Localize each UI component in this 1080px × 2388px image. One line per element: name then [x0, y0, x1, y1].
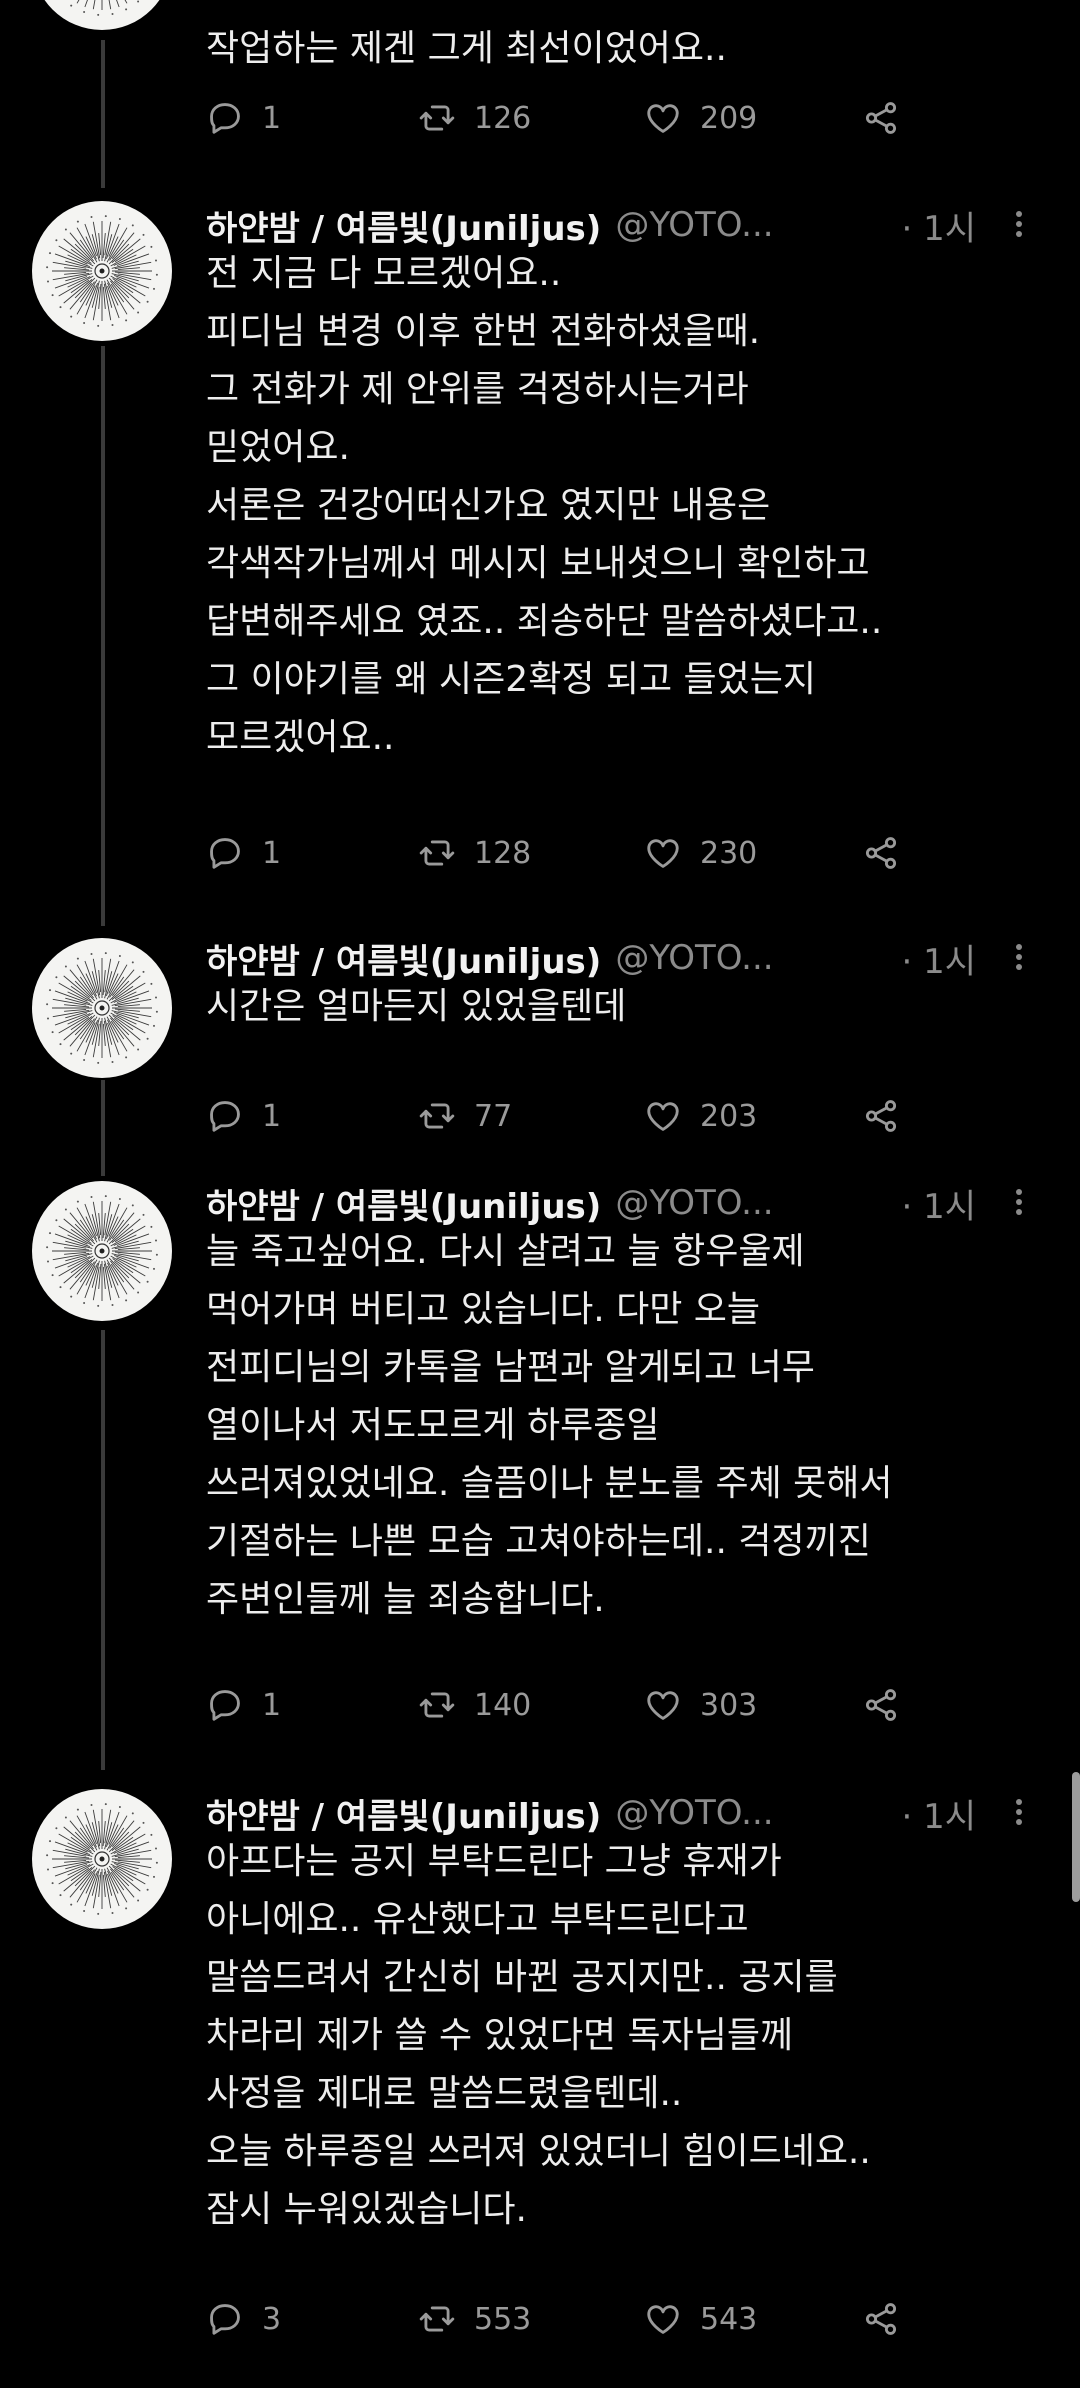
reply-icon [210, 838, 240, 869]
retweet-button[interactable]: 128 [418, 823, 531, 883]
retweet-icon [419, 1103, 455, 1129]
retweet-icon [419, 2306, 455, 2332]
tweet[interactable]: 하얀밤 / 여름빛(Juniljus) @YOTO... · 1시 시간은 얼마… [0, 928, 1080, 1158]
retweet-button[interactable]: 140 [418, 1675, 531, 1735]
tweet[interactable]: 작업하는 제겐 그게 최선이었어요.. 1 126 209 [0, 0, 1080, 170]
share-icon [865, 837, 897, 869]
display-name[interactable]: 하얀밤 / 여름빛(Juniljus) [206, 1789, 601, 1838]
user-handle[interactable]: @YOTO... [615, 205, 773, 245]
tweet-actions: 1 140 303 [206, 1675, 926, 1735]
avatar[interactable] [32, 201, 172, 341]
user-handle[interactable]: @YOTO... [615, 1183, 773, 1223]
tweet-text: 아프다는 공지 부탁드린다 그냥 휴재가 아니에요.. 유산했다고 부탁드린다고… [206, 1841, 871, 2230]
sunburst-icon [46, 952, 158, 1064]
share-icon [865, 1689, 897, 1721]
tweet-text: 시간은 얼마든지 있었을텐데 [206, 986, 627, 1027]
retweet-button[interactable]: 553 [418, 2289, 531, 2349]
timestamp[interactable]: · 1시 [901, 1789, 976, 1838]
tweet-actions: 1 77 203 [206, 1086, 926, 1146]
avatar[interactable] [32, 1789, 172, 1929]
share-button[interactable] [862, 823, 918, 883]
reply-icon [210, 1101, 240, 1132]
reply-button[interactable]: 1 [206, 1086, 281, 1146]
heart-icon [647, 1691, 679, 1720]
retweet-button[interactable]: 77 [418, 1086, 512, 1146]
display-name[interactable]: 하얀밤 / 여름빛(Juniljus) [206, 934, 601, 983]
reply-button[interactable]: 1 [206, 88, 281, 148]
heart-icon [647, 1102, 679, 1131]
avatar[interactable] [32, 0, 172, 30]
tweet[interactable]: 하얀밤 / 여름빛(Juniljus) @YOTO... · 1시 전 지금 다… [0, 195, 1080, 915]
reply-button[interactable]: 1 [206, 1675, 281, 1735]
tweet-text: 전 지금 다 모르겠어요.. 피디님 변경 이후 한번 전화하셨을때. 그 전화… [206, 253, 883, 758]
share-button[interactable] [862, 1086, 918, 1146]
tweet-actions: 1 126 209 [206, 88, 926, 148]
retweet-button[interactable]: 126 [418, 88, 531, 148]
reply-icon [210, 103, 240, 134]
user-handle[interactable]: @YOTO... [615, 938, 773, 978]
share-button[interactable] [862, 88, 918, 148]
tweet-text: 늘 죽고싶어요. 다시 살려고 늘 항우울제 먹어가며 버티고 있습니다. 다만… [206, 1231, 893, 1620]
heart-icon [647, 104, 679, 133]
reply-button[interactable]: 3 [206, 2289, 281, 2349]
avatar[interactable] [32, 938, 172, 1078]
user-handle[interactable]: @YOTO... [615, 1793, 773, 1833]
tweet-actions: 3 553 543 [206, 2289, 926, 2349]
avatar[interactable] [32, 1181, 172, 1321]
reply-icon [210, 1690, 240, 1721]
sunburst-icon [46, 1803, 158, 1915]
heart-icon [647, 2305, 679, 2334]
share-button[interactable] [862, 1675, 918, 1735]
display-name[interactable]: 하얀밤 / 여름빛(Juniljus) [206, 1179, 601, 1228]
timestamp[interactable]: · 1시 [901, 934, 976, 983]
reply-icon [210, 2304, 240, 2335]
sunburst-icon [70, 0, 140, 16]
like-button[interactable]: 230 [644, 823, 757, 883]
more-options-icon[interactable] [1014, 1185, 1024, 1221]
retweet-icon [419, 840, 455, 866]
more-options-icon[interactable] [1014, 940, 1024, 976]
scrollbar-thumb[interactable] [1072, 1772, 1080, 1902]
tweet-text: 작업하는 제겐 그게 최선이었어요.. [206, 28, 727, 69]
sunburst-icon [46, 215, 158, 327]
tweet-actions: 1 128 230 [206, 823, 926, 883]
more-options-icon[interactable] [1014, 207, 1024, 243]
timestamp[interactable]: · 1시 [901, 1179, 976, 1228]
reply-button[interactable]: 1 [206, 823, 281, 883]
like-button[interactable]: 203 [644, 1086, 757, 1146]
like-button[interactable]: 209 [644, 88, 757, 148]
retweet-icon [419, 105, 455, 131]
sunburst-icon [46, 1195, 158, 1307]
like-button[interactable]: 543 [644, 2289, 757, 2349]
like-button[interactable]: 303 [644, 1675, 757, 1735]
share-icon [865, 1100, 897, 1132]
share-icon [865, 102, 897, 134]
more-options-icon[interactable] [1014, 1795, 1024, 1831]
retweet-icon [419, 1692, 455, 1718]
tweet[interactable]: 하얀밤 / 여름빛(Juniljus) @YOTO... · 1시 늘 죽고싶어… [0, 1173, 1080, 1733]
share-icon [865, 2303, 897, 2335]
timestamp[interactable]: · 1시 [901, 201, 976, 250]
tweet[interactable]: 하얀밤 / 여름빛(Juniljus) @YOTO... · 1시 아프다는 공… [0, 1783, 1080, 2343]
heart-icon [647, 839, 679, 868]
display-name[interactable]: 하얀밤 / 여름빛(Juniljus) [206, 201, 601, 250]
share-button[interactable] [862, 2289, 918, 2349]
